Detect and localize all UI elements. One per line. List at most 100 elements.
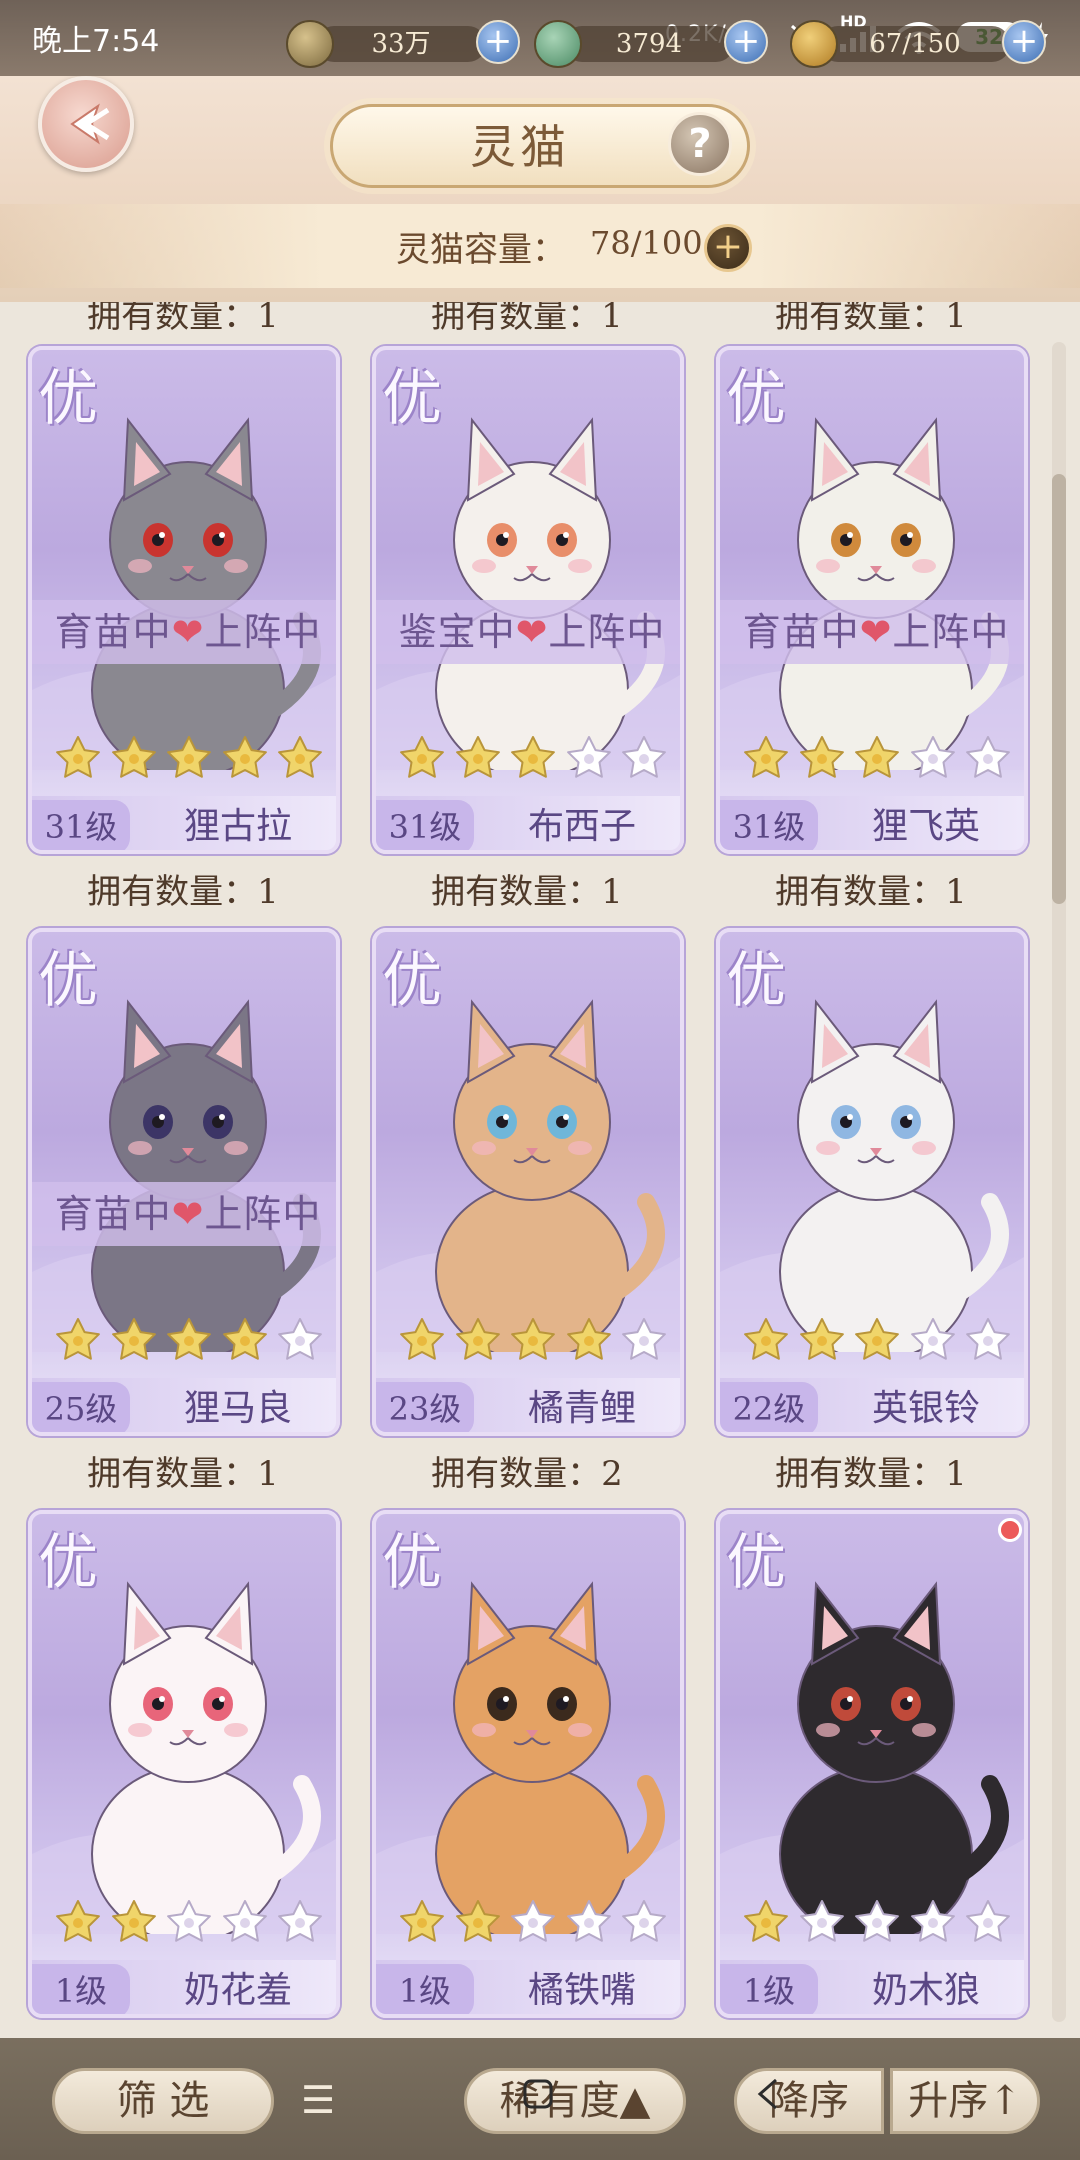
star-rating <box>54 1316 324 1370</box>
star-rating <box>742 1898 1012 1952</box>
resource-paw-coins: 33万 + <box>286 20 522 68</box>
cat-status-banner: 育苗中❤上阵中 <box>720 600 1024 664</box>
card-footer: 31级 狸飞英 <box>720 796 1024 850</box>
home-nav-icon[interactable] <box>522 2078 554 2110</box>
star-filled-icon <box>455 736 500 778</box>
scrollbar-thumb[interactable] <box>1052 474 1066 904</box>
cat-portrait <box>32 417 336 770</box>
add-paw-coins-button[interactable]: + <box>476 20 520 64</box>
paw-coin-icon <box>286 20 334 68</box>
star-filled-icon <box>511 1318 555 1360</box>
cat-card[interactable]: 优 育苗中❤上阵中 25级 狸马良 <box>28 928 340 1436</box>
star-empty-icon <box>566 1900 611 1942</box>
cat-status-banner: 鉴宝中❤上阵中 <box>376 600 680 664</box>
star-filled-icon <box>744 1318 788 1360</box>
expand-capacity-button[interactable]: + <box>704 224 752 272</box>
star-rating <box>54 1898 324 1952</box>
star-filled-icon <box>455 1318 500 1360</box>
resource-gold: 67/150 + <box>790 20 1046 68</box>
cat-level: 22级 <box>720 1382 818 1432</box>
star-filled-icon <box>744 1900 788 1942</box>
cat-card[interactable]: 优 育苗中❤上阵中 31级 狸古拉 <box>28 346 340 854</box>
cat-level: 31级 <box>720 800 818 850</box>
card-footer: 25级 狸马良 <box>32 1378 336 1432</box>
grade-label: 优 <box>726 364 786 434</box>
grade-label: 优 <box>382 364 442 434</box>
card-footer: 1级 奶花羞 <box>32 1960 336 2014</box>
cat-card[interactable]: 优 鉴宝中❤上阵中 31级 布西子 <box>372 346 684 854</box>
card-footer: 22级 英银铃 <box>720 1378 1024 1432</box>
card-footer: 1级 奶木狼 <box>720 1960 1024 2014</box>
filter-button[interactable]: 筛 选 <box>52 2068 274 2134</box>
star-filled-icon <box>799 1318 844 1360</box>
card-footer: 31级 布西子 <box>376 796 680 850</box>
menu-icon[interactable]: ☰ <box>300 2081 336 2119</box>
back-nav-icon[interactable] <box>754 2078 782 2110</box>
cat-portrait <box>376 999 680 1352</box>
star-empty-icon <box>566 736 611 778</box>
grade-label: 优 <box>726 946 786 1016</box>
star-filled-icon <box>855 1318 899 1360</box>
cat-card[interactable]: 优 1级 奶花羞 <box>28 1510 340 2018</box>
star-empty-icon <box>167 1900 211 1942</box>
star-rating <box>398 1898 668 1952</box>
grade-label: 优 <box>726 1528 786 1598</box>
star-filled-icon <box>111 1900 156 1942</box>
star-empty-icon <box>966 1900 1010 1942</box>
star-rating <box>742 734 1012 788</box>
star-empty-icon <box>966 1318 1010 1360</box>
capacity-bar: 灵猫容量： 78/100 + <box>0 204 1080 288</box>
cat-card[interactable]: 优 育苗中❤上阵中 31级 狸飞英 <box>716 346 1028 854</box>
cat-card[interactable]: 优 23级 橘青鲤 <box>372 928 684 1436</box>
capacity-label: 灵猫容量： <box>396 230 566 270</box>
star-empty-icon <box>511 1900 555 1942</box>
ascending-button[interactable]: 升序↑ <box>890 2068 1040 2134</box>
star-empty-icon <box>278 1318 322 1360</box>
plus-icon: + <box>712 226 744 267</box>
star-empty-icon <box>910 1318 955 1360</box>
cat-portrait <box>720 999 1024 1352</box>
cat-portrait <box>376 417 680 770</box>
star-filled-icon <box>56 1900 100 1942</box>
cat-name: 狸古拉 <box>183 806 292 847</box>
owned-count: 拥有数量：1 <box>87 872 279 912</box>
question-icon: ? <box>688 121 712 167</box>
cat-card[interactable]: 优 22级 英银铃 <box>716 928 1028 1436</box>
grade-label: 优 <box>382 1528 442 1598</box>
star-rating <box>398 734 668 788</box>
back-button[interactable] <box>38 76 134 172</box>
cat-level: 1级 <box>32 1964 130 2014</box>
cat-card[interactable]: 优 1级 奶木狼 <box>716 1510 1028 2018</box>
owned-count: 拥有数量：1 <box>775 1454 967 1494</box>
star-empty-icon <box>799 1900 844 1942</box>
star-rating <box>54 734 324 788</box>
new-indicator-dot <box>998 1518 1022 1542</box>
star-filled-icon <box>400 1318 444 1360</box>
add-frog-button[interactable]: + <box>724 20 768 64</box>
add-gold-button[interactable]: + <box>1002 20 1046 64</box>
star-empty-icon <box>855 1900 899 1942</box>
cat-name: 奶木狼 <box>871 1970 980 2011</box>
star-filled-icon <box>222 1318 267 1360</box>
frog-icon <box>534 20 582 68</box>
cat-portrait <box>376 1581 680 1934</box>
cat-portrait <box>720 417 1024 770</box>
card-footer: 23级 橘青鲤 <box>376 1378 680 1432</box>
owned-count: 拥有数量：2 <box>431 1454 623 1494</box>
star-filled-icon <box>455 1900 500 1942</box>
star-filled-icon <box>222 736 267 778</box>
rarity-sort-button[interactable]: 稀有度▲ <box>464 2068 686 2134</box>
star-filled-icon <box>799 736 844 778</box>
cat-level: 31级 <box>376 800 474 850</box>
star-empty-icon <box>622 736 666 778</box>
star-filled-icon <box>855 736 899 778</box>
gold-icon <box>790 20 838 68</box>
cat-name: 橘青鲤 <box>527 1388 636 1429</box>
help-button[interactable]: ? <box>668 112 732 176</box>
resource-value: 67/150 <box>820 26 1010 62</box>
resource-frog: 3794 + <box>534 20 770 68</box>
cat-level: 1级 <box>376 1964 474 2014</box>
owned-count: 拥有数量：1 <box>775 872 967 912</box>
cat-grid[interactable]: 拥有数量：1 拥有数量：1 拥有数量：1 优 育苗中❤上阵中 31级 狸古拉 拥… <box>0 296 1080 2038</box>
cat-card[interactable]: 优 1级 橘铁嘴 <box>372 1510 684 2018</box>
